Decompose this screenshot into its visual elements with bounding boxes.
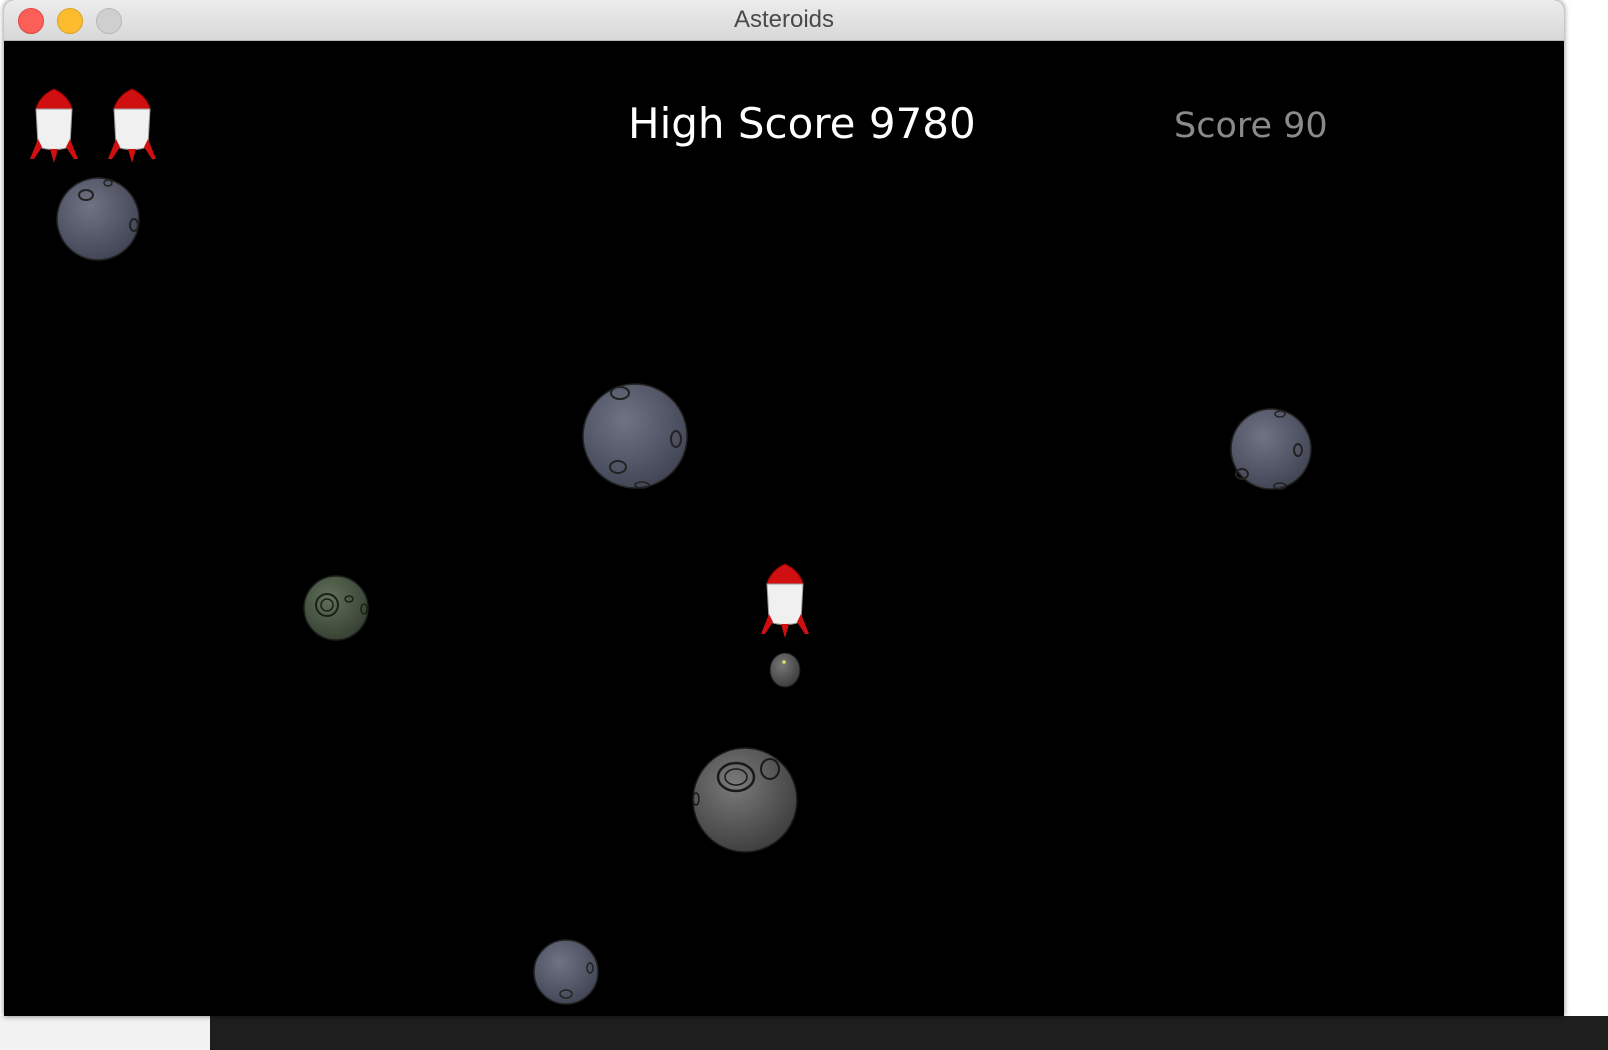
background-window-edge [0, 1016, 210, 1050]
game-window: Asteroids High Score 9780 Score 90 [4, 0, 1564, 1016]
life-rocket-icon [108, 88, 156, 163]
window-title: Asteroids [733, 6, 835, 33]
player-rocket-icon [761, 563, 809, 638]
asteroid-icon [533, 939, 599, 1005]
high-score-label: High Score 9780 [628, 99, 976, 148]
score-label: Score 90 [1174, 106, 1328, 146]
title-bar[interactable]: Asteroids [4, 0, 1564, 41]
asteroid-icon [692, 747, 798, 853]
game-canvas[interactable]: High Score 9780 Score 90 [4, 41, 1564, 1016]
background-terminal-edge [210, 1016, 1608, 1050]
asteroid-icon [303, 575, 369, 641]
asteroid-fragment-icon [769, 652, 801, 688]
asteroid-icon [56, 177, 140, 261]
bullet-icon [782, 660, 786, 664]
asteroid-icon [582, 383, 688, 489]
asteroid-icon [1230, 408, 1312, 490]
life-rocket-icon [30, 88, 78, 163]
